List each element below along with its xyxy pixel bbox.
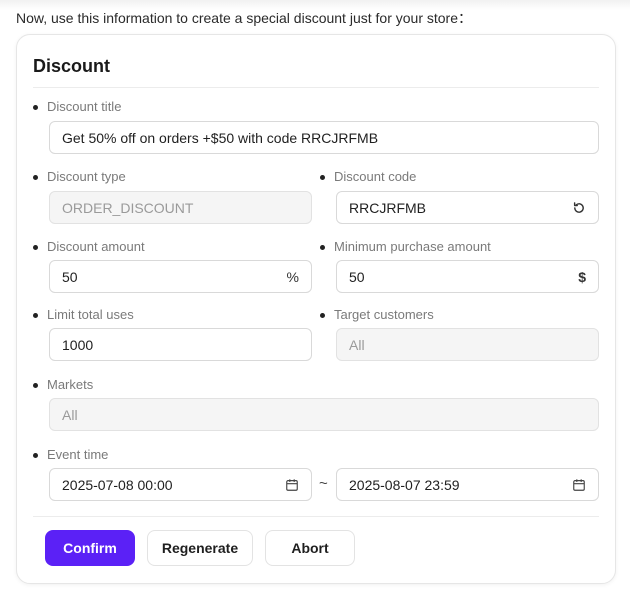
bullet-dot — [33, 175, 38, 180]
discount-title-input[interactable]: Get 50% off on orders +$50 with code RRC… — [49, 121, 599, 154]
target-customers-value: All — [349, 336, 365, 353]
discount-code-label: Discount code — [320, 169, 416, 184]
target-customers-label: Target customers — [320, 307, 434, 322]
discount-amount-input[interactable]: 50 % — [49, 260, 312, 293]
calendar-icon[interactable] — [285, 478, 299, 492]
discount-code-input[interactable]: RRCJRFMB — [336, 191, 599, 224]
discount-amount-label-text: Discount amount — [47, 239, 145, 254]
limit-total-uses-value: 1000 — [62, 336, 94, 353]
limit-total-uses-input[interactable]: 1000 — [49, 328, 312, 361]
markets-input: All — [49, 398, 599, 431]
actions-divider — [33, 516, 599, 517]
markets-label: Markets — [33, 377, 93, 392]
event-time-label: Event time — [33, 447, 108, 462]
title-divider — [33, 87, 599, 88]
refresh-icon[interactable] — [572, 201, 586, 215]
calendar-icon[interactable] — [572, 478, 586, 492]
confirm-button[interactable]: Confirm — [45, 530, 135, 566]
discount-type-label: Discount type — [33, 169, 126, 184]
bullet-dot — [33, 313, 38, 318]
limit-total-uses-label-text: Limit total uses — [47, 307, 134, 322]
event-end-input[interactable]: 2025-08-07 23:59 — [336, 468, 599, 501]
bullet-dot — [33, 383, 38, 388]
discount-code-label-text: Discount code — [334, 169, 417, 184]
discount-title-label: Discount title — [33, 99, 121, 114]
discount-title-label-text: Discount title — [47, 99, 122, 114]
bullet-dot — [320, 175, 325, 180]
abort-button[interactable]: Abort — [265, 530, 355, 566]
minimum-purchase-label: Minimum purchase amount — [320, 239, 491, 254]
bullet-dot — [33, 245, 38, 250]
bullet-dot — [320, 245, 325, 250]
event-start-input[interactable]: 2025-07-08 00:00 — [49, 468, 312, 501]
discount-amount-value: 50 — [62, 268, 78, 285]
minimum-purchase-label-text: Minimum purchase amount — [334, 239, 491, 254]
target-customers-label-text: Target customers — [334, 307, 434, 322]
event-end-value: 2025-08-07 23:59 — [349, 476, 460, 493]
discount-title-value: Get 50% off on orders +$50 with code RRC… — [62, 129, 379, 146]
bullet-dot — [320, 313, 325, 318]
intro-text: Now, use this information to create a sp… — [16, 10, 472, 26]
event-start-value: 2025-07-08 00:00 — [62, 476, 173, 493]
event-time-label-text: Event time — [47, 447, 109, 462]
card-title: Discount — [33, 56, 111, 76]
discount-card: Discount Discount title Get 50% off on o… — [16, 34, 616, 584]
target-customers-input: All — [336, 328, 599, 361]
markets-label-text: Markets — [47, 377, 94, 392]
dollar-suffix: $ — [578, 268, 586, 285]
date-range-separator: ~ — [319, 475, 328, 492]
limit-total-uses-label: Limit total uses — [33, 307, 134, 322]
minimum-purchase-input[interactable]: 50 $ — [336, 260, 599, 293]
markets-value: All — [62, 406, 78, 423]
discount-code-value: RRCJRFMB — [349, 199, 426, 216]
discount-amount-label: Discount amount — [33, 239, 145, 254]
regenerate-button[interactable]: Regenerate — [147, 530, 253, 566]
percent-suffix: % — [286, 268, 299, 285]
minimum-purchase-value: 50 — [349, 268, 365, 285]
discount-type-value: ORDER_DISCOUNT — [62, 199, 194, 216]
bullet-dot — [33, 105, 38, 110]
discount-type-label-text: Discount type — [47, 169, 126, 184]
discount-type-input: ORDER_DISCOUNT — [49, 191, 312, 224]
bullet-dot — [33, 453, 38, 458]
